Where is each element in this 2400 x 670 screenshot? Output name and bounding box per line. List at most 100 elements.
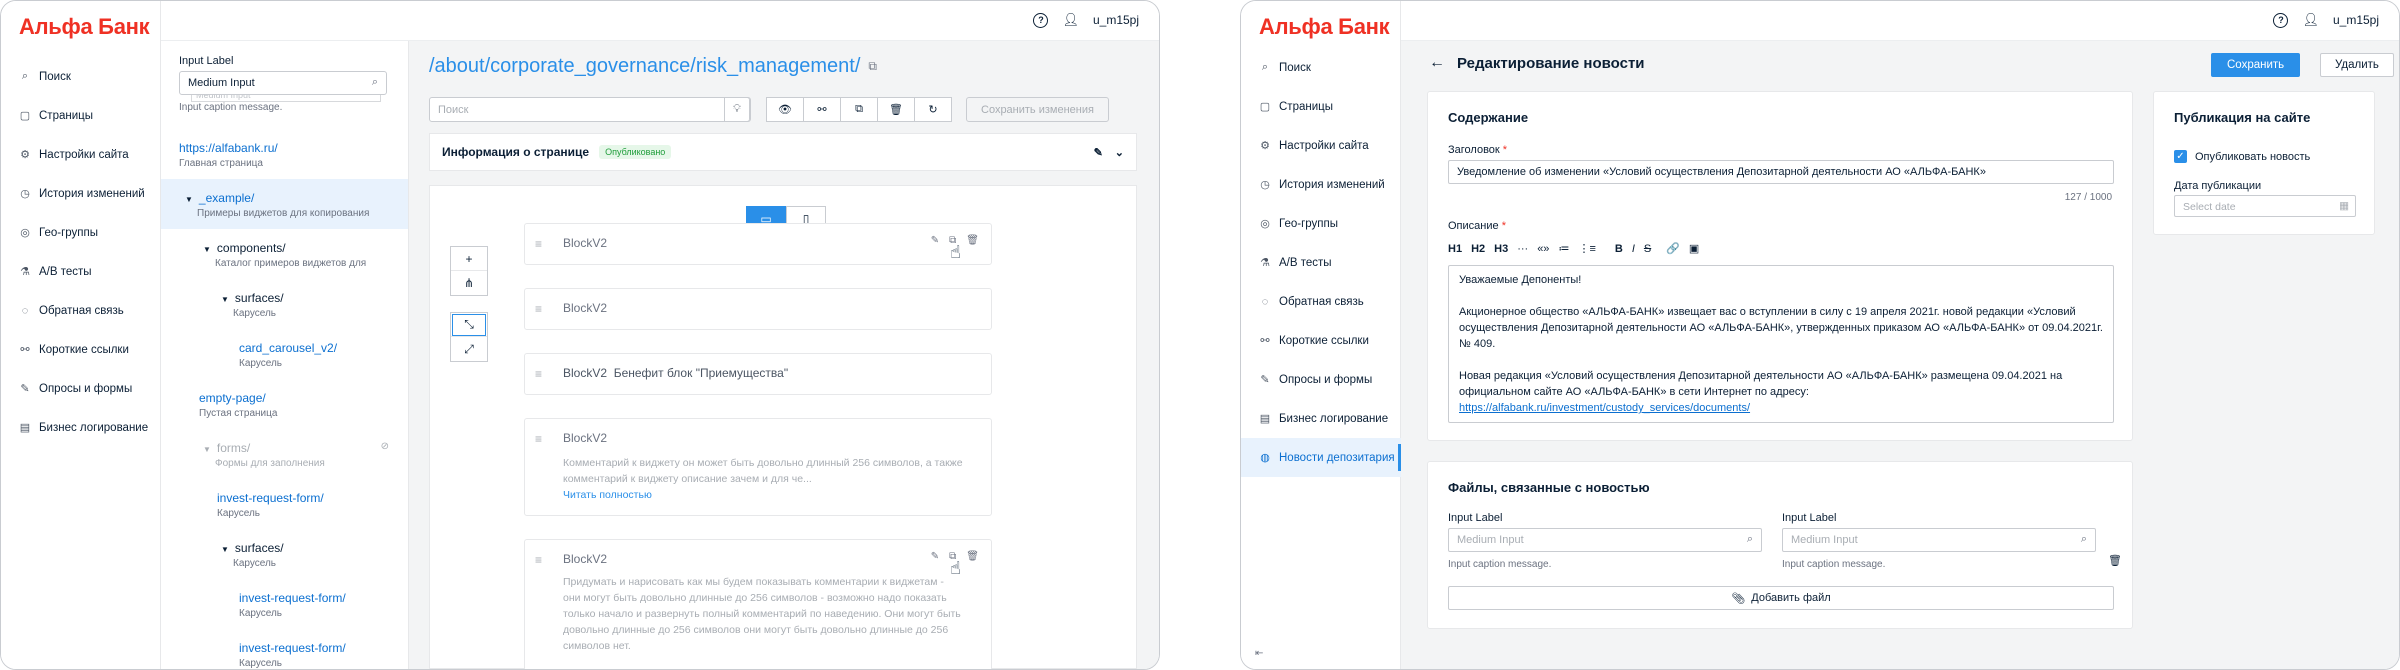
eye-off-icon[interactable]: ⊘ xyxy=(381,441,389,452)
read-more-link[interactable]: Читать полностью xyxy=(563,487,963,503)
help-icon[interactable]: ? xyxy=(1033,12,1049,28)
tree-node-disabled[interactable]: ▼ forms/ ⊘ Формы для заполнения xyxy=(203,441,399,469)
back-arrow-icon[interactable]: ← xyxy=(1429,54,1445,72)
caret-down-icon[interactable]: ▼ xyxy=(185,195,193,204)
copy-icon[interactable]: ⧉ xyxy=(868,59,877,74)
date-input[interactable]: Select date ▦ xyxy=(2174,195,2356,217)
add-icon[interactable]: + xyxy=(451,247,487,271)
sidebar-item-pages[interactable]: ▢ Страницы xyxy=(1241,87,1401,126)
sidebar-item-ab[interactable]: ⚗ A/B тесты xyxy=(1,252,161,291)
sidebar-item-links[interactable]: ⚯ Короткие ссылки xyxy=(1241,321,1401,360)
tree-node[interactable]: ▼ surfaces/Карусель xyxy=(221,541,284,569)
search-icon[interactable]: ⌕ xyxy=(372,76,378,89)
user-name[interactable]: u_m15pj xyxy=(1093,13,1139,27)
tree-node[interactable]: https://alfabank.ru/Главная страница xyxy=(179,141,278,169)
sidebar-item-geo[interactable]: ◎ Гео-группы xyxy=(1,213,161,252)
drag-handle-icon[interactable]: ≡ xyxy=(535,432,542,446)
tree-node-title[interactable]: surfaces/ xyxy=(235,291,284,305)
caret-down-icon[interactable]: ▼ xyxy=(203,445,211,454)
widget-block[interactable]: ≡ BlockV2 Комментарий к виджету он может… xyxy=(524,418,992,516)
collapse-icon[interactable]: ⤡ xyxy=(451,313,487,337)
sidebar-item-logging[interactable]: ▤ Бизнес логирование xyxy=(1,408,161,447)
tree-node[interactable]: ▼ components/Каталог примеров виджетов дл… xyxy=(203,241,366,269)
tree-node-title[interactable]: invest-request-form/ xyxy=(217,491,324,505)
tree-node[interactable]: ▼ surfaces/Карусель xyxy=(221,291,284,319)
drag-handle-icon[interactable]: ≡ xyxy=(535,237,542,251)
sidebar-item-logging[interactable]: ▤ Бизнес логирование xyxy=(1241,399,1401,438)
caret-down-icon[interactable]: ▼ xyxy=(221,545,229,554)
share-icon[interactable]: ⋔ xyxy=(451,271,487,295)
user-icon[interactable]: 👤︎ xyxy=(1062,12,1079,28)
sidebar-item-ab[interactable]: ⚗ A/B тесты xyxy=(1241,243,1401,282)
tree-node-title[interactable]: surfaces/ xyxy=(235,541,284,555)
caret-down-icon[interactable]: ▼ xyxy=(203,245,211,254)
drag-handle-icon[interactable]: ≡ xyxy=(535,367,542,381)
trash-icon[interactable]: 🗑︎ xyxy=(2108,554,2122,567)
tree-node[interactable]: card_carousel_v2/Карусель xyxy=(239,341,337,369)
tree-node-title[interactable]: invest-request-form/ xyxy=(239,591,346,605)
sidebar-item-pages[interactable]: ▢ Страницы xyxy=(1,96,161,135)
numbered-list-icon[interactable]: ⋮≡ xyxy=(1578,242,1595,255)
edit-icon[interactable]: ✎ xyxy=(931,551,939,562)
tree-node-title[interactable]: components/ xyxy=(217,241,286,255)
user-name[interactable]: u_m15pj xyxy=(2333,13,2379,27)
search-icon[interactable]: ⌕ xyxy=(1747,533,1753,546)
sidebar-item-forms[interactable]: ✎ Опросы и формы xyxy=(1241,360,1401,399)
sidebar-item-forms[interactable]: ✎ Опросы и формы xyxy=(1,369,161,408)
caret-down-icon[interactable]: ▼ xyxy=(221,295,229,304)
sidebar-item-feedback[interactable]: ◌ Обратная связь xyxy=(1,291,161,330)
checkbox-checked-icon[interactable]: ✓ xyxy=(2174,150,2187,163)
preview-icon[interactable]: 👁︎ xyxy=(766,97,804,122)
sidebar-item-history[interactable]: ◷ История изменений xyxy=(1241,165,1401,204)
file-input[interactable]: Medium Input ⌕ xyxy=(1782,528,2096,552)
h2-button[interactable]: H2 xyxy=(1471,243,1485,255)
tree-node-title[interactable]: _example/ xyxy=(199,191,254,205)
body-link[interactable]: https://alfabank.ru/investment/custody_s… xyxy=(1459,402,1750,414)
italic-icon[interactable]: I xyxy=(1632,243,1635,255)
file-input[interactable]: Medium Input ⌕ xyxy=(1448,528,1762,552)
link-icon[interactable]: ⚯ xyxy=(803,97,841,122)
drag-handle-icon[interactable]: ≡ xyxy=(535,302,542,316)
delete-button[interactable]: Удалить xyxy=(2320,53,2394,77)
chevron-down-icon[interactable]: ⌄ xyxy=(1115,146,1124,159)
drag-handle-icon[interactable]: ≡ xyxy=(535,553,542,567)
tree-node-title[interactable]: https://alfabank.ru/ xyxy=(179,141,278,155)
save-changes-button[interactable]: Сохранить изменения xyxy=(966,97,1109,122)
widget-block[interactable]: ≡ BlockV2 xyxy=(524,288,992,330)
tree-node[interactable]: invest-request-form/Карусель xyxy=(239,641,346,669)
edit-icon[interactable]: ✎ xyxy=(1094,146,1103,159)
trash-icon[interactable]: 🗑︎ xyxy=(877,97,915,122)
sidebar-item-depository-news[interactable]: ◍ Новости депозитария xyxy=(1241,438,1401,477)
sidebar-item-history[interactable]: ◷ История изменений xyxy=(1,174,161,213)
tree-node[interactable]: ▼ _example/Примеры виджетов для копирован… xyxy=(185,191,369,219)
tree-node[interactable]: invest-request-form/Карусель xyxy=(217,491,324,519)
bullet-list-icon[interactable]: ≔ xyxy=(1558,242,1569,255)
brand-logo[interactable]: Альфа Банк xyxy=(1259,14,1390,40)
brand-logo[interactable]: Альфа Банк xyxy=(19,14,150,40)
heading-input[interactable]: Уведомление об изменении «Условий осущес… xyxy=(1448,160,2114,184)
page-info-bar[interactable]: Информация о странице Опубликовано ✎ ⌄ xyxy=(429,133,1137,171)
edit-icon[interactable]: ✎ xyxy=(931,235,939,246)
copy-icon[interactable]: ⧉ xyxy=(840,97,878,122)
widget-block[interactable]: ≡ BlockV2 Бенефит блок "Приемущества" xyxy=(524,353,992,395)
bulb-icon[interactable]: 💡︎ xyxy=(724,97,750,122)
tree-node-title[interactable]: card_carousel_v2/ xyxy=(239,341,337,355)
tree-node-title[interactable]: empty-page/ xyxy=(199,391,277,405)
add-file-button[interactable]: 📎︎ Добавить файл xyxy=(1448,586,2114,610)
sidebar-item-geo[interactable]: ◎ Гео-группы xyxy=(1241,204,1401,243)
trash-icon[interactable]: 🗑︎ xyxy=(966,235,979,246)
help-icon[interactable]: ? xyxy=(2273,12,2289,28)
collapse-sidebar-icon[interactable]: ⇤ xyxy=(1255,648,1263,659)
tree-node[interactable]: invest-request-form/Карусель xyxy=(239,591,346,619)
tree-search-input[interactable]: Medium Input ⌕ xyxy=(179,71,387,95)
sidebar-item-settings[interactable]: ⚙ Настройки сайта xyxy=(1241,126,1401,165)
h3-button[interactable]: H3 xyxy=(1494,243,1508,255)
search-icon[interactable]: ⌕ xyxy=(2081,533,2087,546)
expand-icon[interactable]: ⤢ xyxy=(451,337,487,361)
sidebar-item-feedback[interactable]: ◌ Обратная связь xyxy=(1241,282,1401,321)
sidebar-item-links[interactable]: ⚯ Короткие ссылки xyxy=(1,330,161,369)
tree-node-title[interactable]: invest-request-form/ xyxy=(239,641,346,655)
bold-icon[interactable]: B xyxy=(1615,243,1623,255)
strikethrough-icon[interactable]: S xyxy=(1644,243,1651,255)
link-icon[interactable]: 🔗 xyxy=(1666,242,1680,255)
